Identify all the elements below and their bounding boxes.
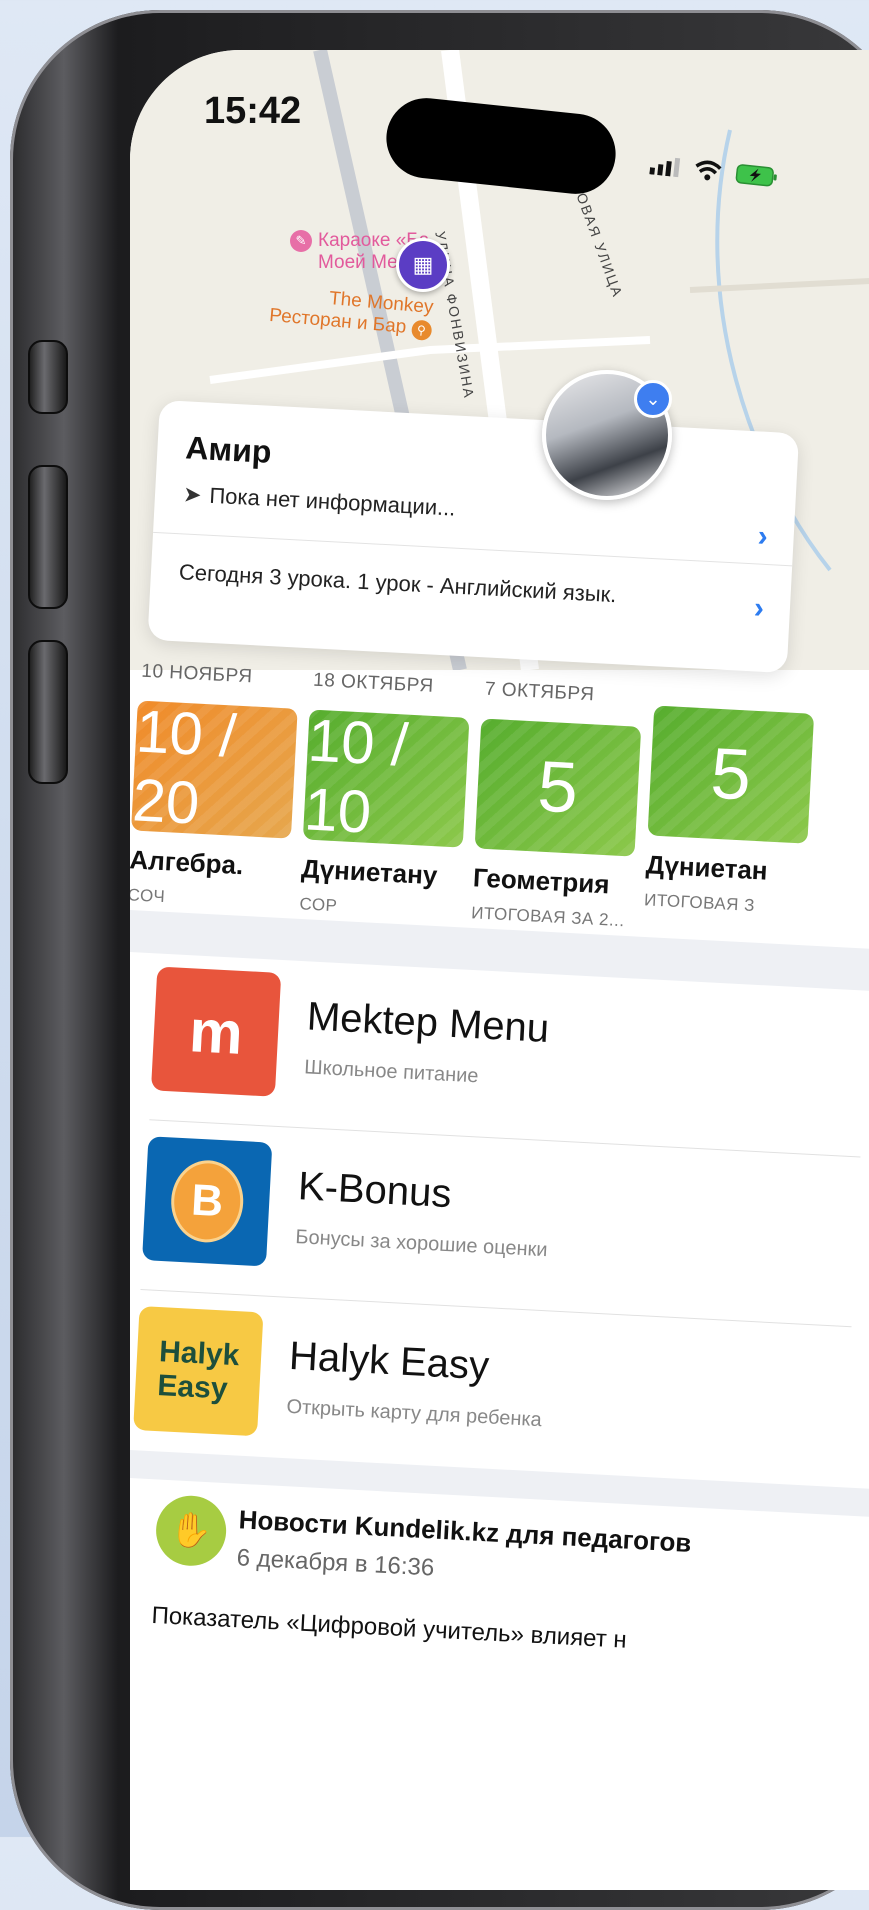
student-card[interactable]: Амир ➤ Пока нет информации... › Сегодня …: [147, 400, 800, 674]
app-title: K-Bonus: [296, 1164, 453, 1217]
lessons-today[interactable]: Сегодня 3 урока. 1 урок - Английский язы…: [178, 559, 617, 608]
partner-apps: m Mektep Menu Школьное питание B K-Bonus…: [130, 955, 869, 1504]
news-text: Показатель «Цифровой учитель» влияет н: [150, 1601, 628, 1654]
grade-score: 5: [535, 746, 580, 829]
location-arrow-icon: ➤: [182, 481, 203, 508]
grade-subject: Дүниетан: [645, 849, 769, 886]
grade-date: [657, 688, 815, 696]
mektep-logo-text: m: [187, 996, 245, 1067]
wifi-icon: [695, 160, 722, 181]
microphone-icon: ✎: [290, 230, 312, 252]
kundelik-logo-icon: ✋: [154, 1494, 228, 1568]
poi-karaoke-label-2: Моей Ме: [318, 252, 398, 273]
app-subtitle: Открыть карту для ребенка: [285, 1395, 543, 1432]
grade-card[interactable]: 5 Дүниетан ИТОГОВАЯ З: [644, 688, 815, 919]
grade-date: 18 ОКТЯБРЯ: [312, 669, 435, 697]
chevron-right-icon[interactable]: ›: [753, 591, 765, 625]
news-date: 6 декабря в 16:36: [236, 1544, 435, 1582]
status-time: 15:42: [204, 90, 302, 132]
grade-tile: 5: [474, 718, 642, 857]
volume-down-button: [28, 640, 68, 784]
status-bar: 15:42: [130, 50, 869, 198]
halyk-easy-logo-text: Halyk Easy: [156, 1335, 241, 1406]
halyk-easy-logo-icon: Halyk Easy: [133, 1305, 264, 1437]
k-bonus-logo-icon: B: [142, 1136, 273, 1267]
restaurant-icon: ⚲: [410, 319, 433, 342]
grade-subject: Дүниетану: [300, 853, 439, 891]
app-subtitle: Бонусы за хорошие оценки: [294, 1226, 549, 1262]
chevron-right-icon[interactable]: ›: [757, 519, 769, 553]
grade-tile: 5: [647, 705, 815, 844]
grade-type: ИТОГОВАЯ ЗА 2...: [470, 903, 626, 931]
grade-date: 7 ОКТЯБРЯ: [484, 678, 595, 706]
mektep-logo-icon: m: [150, 966, 282, 1097]
chevron-down-icon[interactable]: ⌄: [634, 380, 672, 418]
volume-up-button: [28, 465, 68, 609]
grade-score: 10 / 20: [131, 700, 238, 837]
grade-type: СОР: [298, 894, 338, 916]
grade-subject: Алгебра.: [130, 844, 245, 881]
phone-screen: УЛИЦА ФОНВИЗИНА БЕРЕГОВАЯ УЛИЦА ✎ Караок…: [130, 50, 869, 1890]
grade-score: 10 / 10: [302, 709, 410, 846]
grade-subject: Геометрия: [472, 862, 611, 900]
student-location: ➤ Пока нет информации...: [182, 481, 456, 521]
school-pin-icon[interactable]: ▦: [396, 238, 450, 292]
k-bonus-logo-text: B: [169, 1158, 246, 1245]
grade-card[interactable]: 10 НОЯБРЯ 10 / 20 Алгебра. СОЧ: [130, 661, 300, 914]
card-divider: [153, 531, 793, 567]
grade-tile: 10 / 10: [302, 709, 470, 848]
grade-type: ИТОГОВАЯ З: [643, 890, 756, 916]
app-subtitle: Школьное питание: [303, 1056, 480, 1088]
student-name: Амир: [184, 429, 273, 470]
app-title: Mektep Menu: [305, 994, 551, 1052]
grade-card[interactable]: 7 ОКТЯБРЯ 5 Геометрия ИТОГОВАЯ ЗА 2...: [471, 679, 644, 932]
mute-switch: [28, 340, 68, 414]
grade-type: СОЧ: [130, 885, 166, 907]
signal-icon: [649, 157, 681, 178]
location-text: Пока нет информации...: [208, 482, 457, 521]
app-title: Halyk Easy: [288, 1333, 491, 1389]
recent-grades: 10 НОЯБРЯ 10 / 20 Алгебра. СОЧ 18 ОКТЯБР…: [130, 660, 869, 949]
grade-card[interactable]: 18 ОКТЯБРЯ 10 / 10 Дүниетану СОР: [299, 670, 472, 923]
grade-tile: 10 / 20: [131, 700, 298, 839]
battery-charging-icon: [735, 164, 777, 187]
grade-score: 5: [708, 733, 753, 816]
